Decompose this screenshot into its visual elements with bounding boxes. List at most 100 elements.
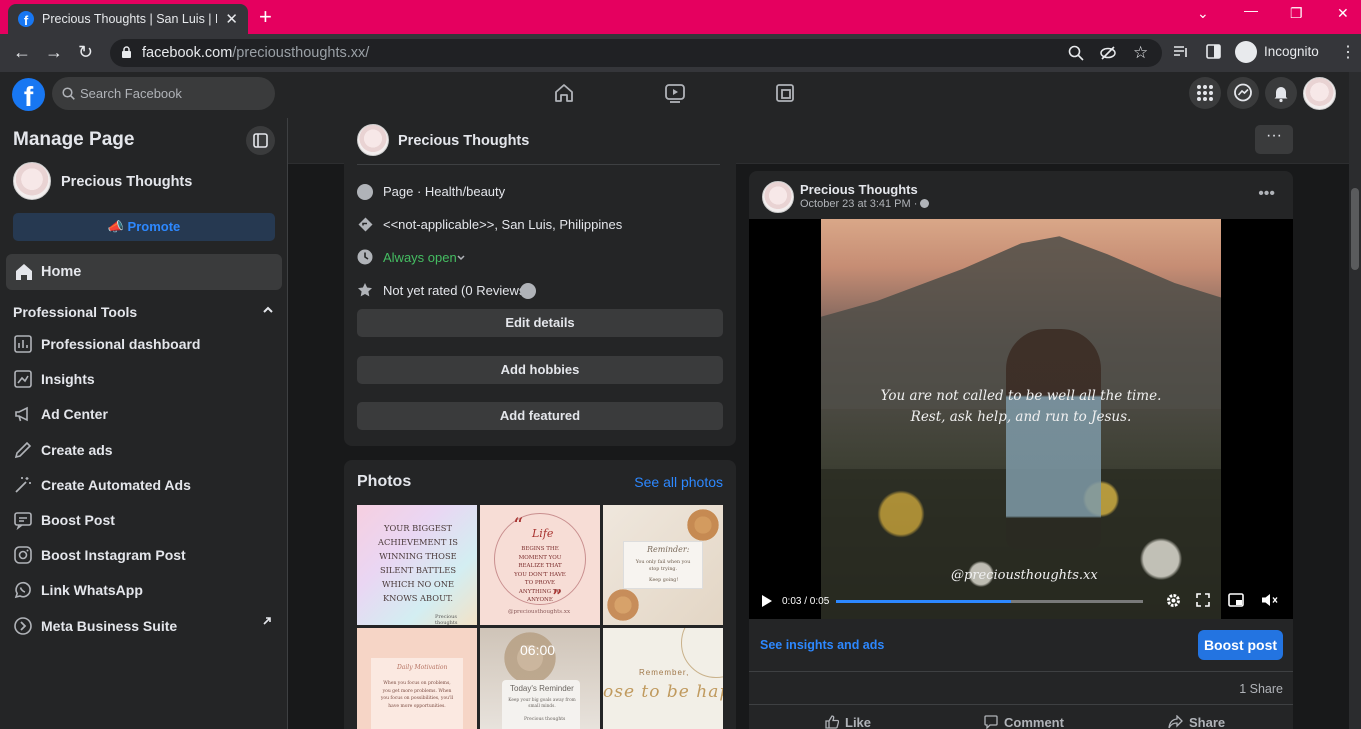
- photo-thumbnail[interactable]: Reminder: You only fail when you stop tr…: [603, 505, 723, 625]
- sidebar-item-label: Ad Center: [41, 406, 108, 422]
- lock-icon[interactable]: [121, 46, 132, 59]
- photo-thumbnail[interactable]: Daily Motivation When you focus on probl…: [357, 628, 477, 729]
- scrollbar-thumb[interactable]: [1351, 188, 1359, 270]
- picture-in-picture-icon[interactable]: [1228, 593, 1244, 607]
- notifications-button[interactable]: [1265, 77, 1297, 109]
- post-author-avatar[interactable]: [762, 181, 794, 213]
- account-avatar[interactable]: [1303, 77, 1336, 110]
- photo-title: Reminder:: [647, 545, 690, 554]
- tracking-blocked-icon[interactable]: [1100, 45, 1116, 61]
- share-count[interactable]: 1 Share: [1239, 682, 1283, 696]
- sidebar-item-create-ads[interactable]: Create ads: [13, 435, 275, 465]
- zoom-icon[interactable]: [1068, 45, 1084, 61]
- volume-muted-icon[interactable]: [1261, 593, 1279, 607]
- whatsapp-icon: [14, 581, 31, 599]
- post-timestamp[interactable]: October 23 at 3:41 PM ·: [800, 198, 930, 210]
- comment-icon: [984, 715, 998, 729]
- fullscreen-icon[interactable]: [1196, 593, 1210, 607]
- bookmark-star-icon[interactable]: ☆: [1133, 43, 1148, 63]
- messenger-button[interactable]: [1227, 77, 1259, 109]
- photo-thumbnail[interactable]: YOUR BIGGEST ACHIEVEMENT IS WINNING THOS…: [357, 505, 477, 625]
- photo-thumbnail[interactable]: 06:00 Today's Reminder Keep your big goa…: [480, 628, 600, 729]
- tab-close-icon[interactable]: ✕: [225, 10, 238, 28]
- minimize-icon[interactable]: —: [1244, 2, 1258, 18]
- watch-nav-icon[interactable]: [664, 82, 686, 104]
- video-progress-bar[interactable]: [836, 600, 1143, 603]
- menu-grid-button[interactable]: [1189, 77, 1221, 109]
- photo-thumbnail[interactable]: Remember, ose to be hap: [603, 628, 723, 729]
- sidebar-item-boost-instagram-post[interactable]: Boost Instagram Post: [13, 540, 275, 570]
- sidebar-item-link-whatsapp[interactable]: Link WhatsApp: [13, 575, 275, 605]
- browser-tab[interactable]: f Precious Thoughts | San Luis | Fac ✕: [8, 4, 248, 34]
- sidebar-item-professional-dashboard[interactable]: Professional dashboard: [13, 329, 275, 359]
- sidebar-item-meta-business-suite[interactable]: Meta Business Suite: [13, 611, 275, 641]
- page-more-button[interactable]: ···: [1255, 125, 1293, 154]
- magic-wand-icon: [15, 477, 31, 493]
- post-card: Precious Thoughts October 23 at 3:41 PM …: [749, 171, 1293, 729]
- professional-tools-heading[interactable]: Professional Tools: [13, 304, 137, 320]
- sidebar-item-insights[interactable]: Insights: [13, 364, 275, 394]
- close-window-icon[interactable]: ✕: [1337, 5, 1349, 22]
- video-player[interactable]: You are not called to be well all the ti…: [749, 219, 1293, 619]
- post-time-text: October 23 at 3:41 PM ·: [800, 198, 918, 210]
- page-avatar[interactable]: [13, 162, 51, 200]
- photo-title: Life: [532, 527, 554, 540]
- search-input[interactable]: [80, 77, 270, 110]
- page-header-name[interactable]: Precious Thoughts: [398, 133, 529, 149]
- like-button[interactable]: Like: [825, 715, 871, 729]
- incognito-badge[interactable]: Incognito: [1233, 38, 1325, 67]
- chevron-up-icon[interactable]: [262, 304, 274, 316]
- page-header-avatar[interactable]: [357, 124, 389, 156]
- home-icon: [14, 262, 34, 282]
- sidebar-title: Manage Page: [13, 129, 135, 150]
- grid-icon: [1197, 85, 1213, 101]
- see-insights-link[interactable]: See insights and ads: [760, 638, 884, 652]
- sidebar-item-label: Create ads: [41, 442, 113, 458]
- back-icon[interactable]: ←: [13, 42, 31, 63]
- post-author-name[interactable]: Precious Thoughts: [800, 182, 918, 197]
- address-bar[interactable]: facebook.com/precious­thoughts.xx/ ☆: [110, 39, 1162, 67]
- tab-search-icon[interactable]: ⌄: [1197, 5, 1209, 22]
- sidebar-item-label: Insights: [41, 371, 95, 387]
- sidebar-item-home[interactable]: Home: [6, 254, 282, 290]
- more-dots-icon: ···: [1266, 127, 1282, 144]
- browser-menu-icon[interactable]: ⋮: [1340, 42, 1356, 62]
- thumbs-up-icon: [825, 715, 839, 729]
- side-panel-icon[interactable]: [1206, 44, 1221, 59]
- see-all-photos-link[interactable]: See all photos: [634, 474, 723, 490]
- post-options-icon[interactable]: •••: [1258, 185, 1275, 203]
- sidebar-item-create-automated-ads[interactable]: Create Automated Ads: [13, 470, 275, 500]
- restore-icon[interactable]: ❐: [1290, 5, 1303, 22]
- boost-post-button[interactable]: Boost post: [1198, 630, 1283, 660]
- forward-icon[interactable]: →: [45, 42, 63, 63]
- sidebar-page-name[interactable]: Precious Thoughts: [61, 174, 192, 190]
- video-frame[interactable]: You are not called to be well all the ti…: [821, 219, 1221, 619]
- promote-button[interactable]: 📣 Promote: [13, 213, 275, 241]
- edit-details-button[interactable]: Edit details: [357, 309, 723, 337]
- search-box[interactable]: [52, 77, 275, 110]
- messenger-icon: [1234, 83, 1252, 102]
- megaphone-icon: [15, 406, 28, 422]
- page-scrollbar[interactable]: [1349, 72, 1361, 729]
- rating-info-icon[interactable]: [520, 283, 536, 299]
- play-icon[interactable]: [761, 594, 773, 608]
- sidebar-item-ad-center[interactable]: Ad Center: [13, 399, 275, 429]
- photo-footer: Precious thoughts: [435, 614, 458, 625]
- collapse-sidebar-button[interactable]: [246, 126, 275, 155]
- sidebar-item-boost-post[interactable]: Boost Post: [13, 505, 275, 535]
- facebook-logo-icon[interactable]: f: [12, 78, 45, 111]
- add-featured-button[interactable]: Add featured: [357, 402, 723, 430]
- share-button[interactable]: Share: [1168, 715, 1225, 729]
- settings-gear-icon[interactable]: [1165, 592, 1182, 609]
- new-tab-icon[interactable]: +: [259, 4, 272, 30]
- comment-button[interactable]: Comment: [984, 715, 1064, 729]
- share-arrow-icon: [1168, 715, 1183, 729]
- home-nav-icon[interactable]: [553, 82, 575, 104]
- reading-list-icon[interactable]: [1173, 45, 1189, 59]
- clock-icon: [357, 249, 373, 265]
- reload-icon[interactable]: ↻: [78, 42, 93, 63]
- add-hobbies-button[interactable]: Add hobbies: [357, 356, 723, 384]
- video-progress-fill: [836, 600, 1011, 603]
- photo-thumbnail[interactable]: “ Life BEGINS THE MOMENT YOU REALIZE THA…: [480, 505, 600, 625]
- ads-manager-nav-icon[interactable]: [774, 82, 796, 104]
